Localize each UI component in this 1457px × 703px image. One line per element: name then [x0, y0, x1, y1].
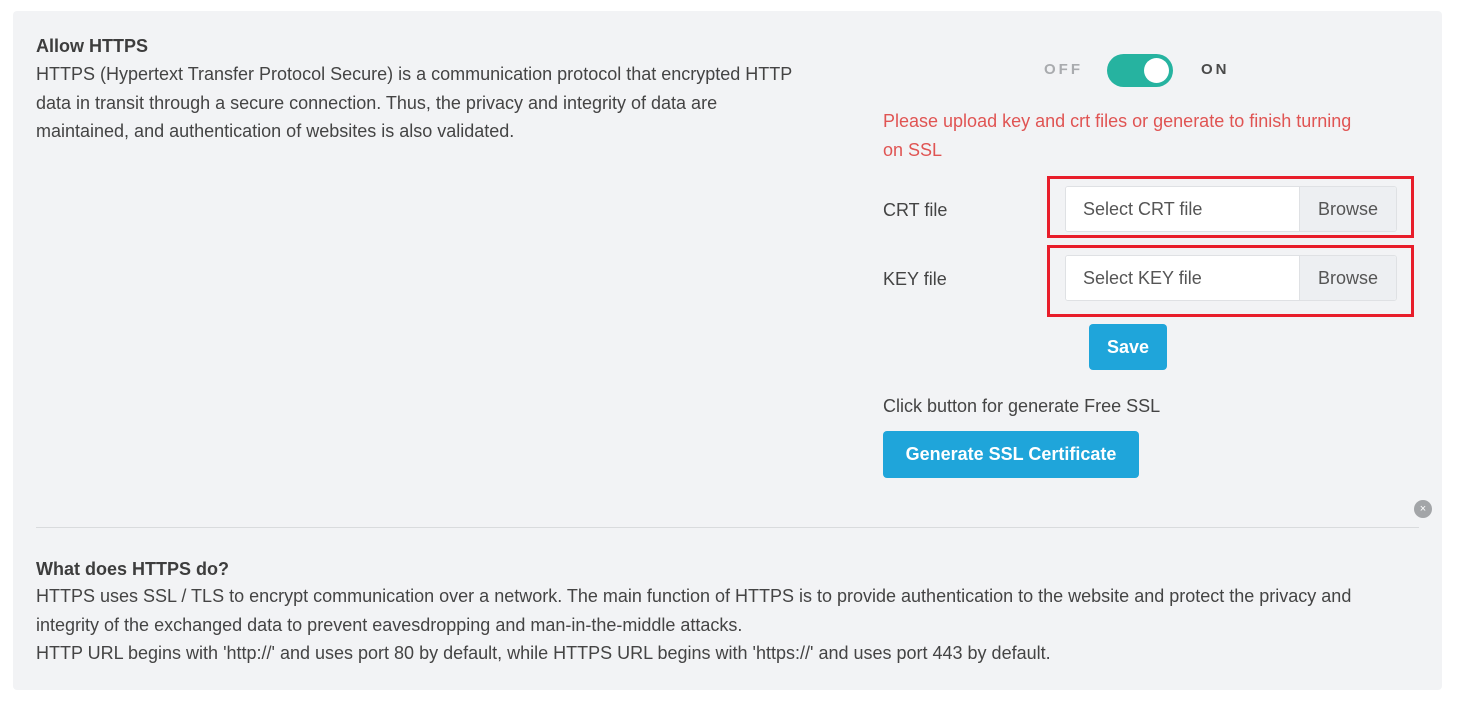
key-file-input[interactable]: Select KEY file: [1066, 256, 1299, 300]
save-button[interactable]: Save: [1089, 324, 1167, 370]
allow-https-title: Allow HTTPS: [36, 36, 148, 56]
generate-ssl-hint: Click button for generate Free SSL: [883, 396, 1161, 416]
crt-file-input[interactable]: Select CRT file: [1066, 187, 1299, 231]
ssl-warning-line: Please upload key and crt files or gener…: [883, 111, 1352, 131]
toggle-knob: [1144, 58, 1169, 83]
ssl-warning-message: Please upload key and crt files or gener…: [883, 107, 1403, 165]
https-toggle-switch[interactable]: [1107, 54, 1173, 87]
ssl-warning-line: on SSL: [883, 140, 943, 160]
allow-https-description-line: maintained, and authentication of websit…: [36, 121, 515, 141]
allow-https-description-line: HTTPS (Hypertext Transfer Protocol Secur…: [36, 64, 793, 84]
info-line: integrity of the exchanged data to preve…: [36, 614, 743, 635]
toggle-off-label: OFF: [1044, 61, 1083, 78]
what-https-does-description: HTTPS uses SSL / TLS to encrypt communic…: [36, 582, 1431, 668]
crt-file-label: CRT file: [883, 200, 948, 220]
section-divider: [36, 527, 1419, 528]
allow-https-description: HTTPS (Hypertext Transfer Protocol Secur…: [36, 60, 856, 146]
info-line: HTTP URL begins with 'http://' and uses …: [36, 643, 1051, 663]
crt-file-input-group: Select CRT file Browse: [1065, 186, 1397, 232]
what-https-does-title: What does HTTPS do?: [36, 559, 229, 579]
key-file-input-group: Select KEY file Browse: [1065, 255, 1397, 301]
key-file-label: KEY file: [883, 269, 947, 289]
toggle-on-label: ON: [1201, 61, 1230, 78]
close-icon[interactable]: ×: [1414, 500, 1432, 518]
allow-https-description-line: data in transit through a secure connect…: [36, 92, 718, 113]
key-browse-button[interactable]: Browse: [1299, 256, 1396, 300]
info-line: HTTPS uses SSL / TLS to encrypt communic…: [36, 586, 1352, 606]
generate-ssl-button[interactable]: Generate SSL Certificate: [883, 431, 1139, 478]
crt-browse-button[interactable]: Browse: [1299, 187, 1396, 231]
